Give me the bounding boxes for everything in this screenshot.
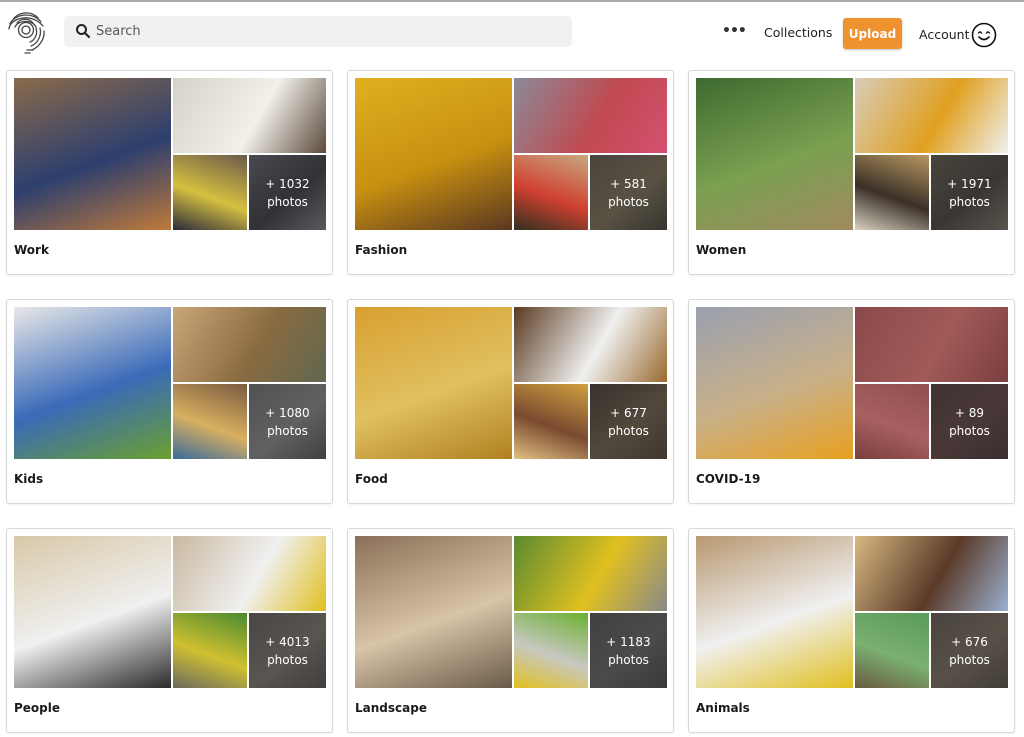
collection-title[interactable]: Work (14, 243, 49, 257)
preview-photo[interactable]: + 581 photos (590, 155, 667, 230)
search-bar[interactable] (64, 16, 572, 47)
more-photos-count[interactable]: + 677 photos (590, 384, 667, 459)
photo-mosaic: + 1080 photos (14, 307, 326, 459)
collection-card-women[interactable]: + 1971 photos Women (688, 70, 1015, 275)
photo-mosaic: + 1183 photos (355, 536, 667, 688)
preview-photo[interactable] (173, 78, 326, 153)
account-link[interactable]: Account (919, 27, 969, 42)
collection-title[interactable]: Animals (696, 701, 750, 715)
preview-photo[interactable] (855, 613, 929, 688)
collection-title[interactable]: Kids (14, 472, 43, 486)
photo-mosaic: + 677 photos (355, 307, 667, 459)
photo-mosaic: + 89 photos (696, 307, 1008, 459)
preview-photo[interactable]: + 1971 photos (931, 155, 1008, 230)
photo-mosaic: + 4013 photos (14, 536, 326, 688)
photo-mosaic: + 1971 photos (696, 78, 1008, 230)
preview-photo[interactable] (855, 155, 929, 230)
more-photos-count[interactable]: + 581 photos (590, 155, 667, 230)
cover-photo[interactable] (14, 307, 171, 459)
more-photos-count[interactable]: + 1183 photos (590, 613, 667, 688)
logo-icon[interactable] (5, 6, 49, 56)
preview-photo[interactable] (514, 78, 667, 153)
preview-photo[interactable]: + 676 photos (931, 613, 1008, 688)
more-menu-button[interactable]: ••• (722, 24, 747, 38)
more-photos-count[interactable]: + 4013 photos (249, 613, 326, 688)
cover-photo[interactable] (14, 536, 171, 688)
preview-photo[interactable] (855, 384, 929, 459)
smiley-icon[interactable] (971, 22, 997, 48)
preview-photo[interactable] (855, 307, 1008, 382)
preview-photo[interactable]: + 1080 photos (249, 384, 326, 459)
collection-title[interactable]: People (14, 701, 60, 715)
more-photos-count[interactable]: + 1032 photos (249, 155, 326, 230)
photo-mosaic: + 1032 photos (14, 78, 326, 230)
preview-photo[interactable] (173, 155, 247, 230)
collection-title[interactable]: Food (355, 472, 388, 486)
search-icon (76, 24, 91, 39)
collection-card-kids[interactable]: + 1080 photos Kids (6, 299, 333, 504)
preview-photo[interactable] (514, 307, 667, 382)
preview-photo[interactable] (514, 613, 588, 688)
cover-photo[interactable] (696, 78, 853, 230)
top-bar: ••• Collections Upload Account (0, 2, 1024, 64)
collection-title[interactable]: COVID-19 (696, 472, 760, 486)
preview-photo[interactable] (855, 536, 1008, 611)
more-photos-count[interactable]: + 89 photos (931, 384, 1008, 459)
photo-mosaic: + 676 photos (696, 536, 1008, 688)
preview-photo[interactable] (173, 536, 326, 611)
collection-card-food[interactable]: + 677 photos Food (347, 299, 674, 504)
cover-photo[interactable] (355, 536, 512, 688)
collection-title[interactable]: Fashion (355, 243, 407, 257)
preview-photo[interactable] (514, 384, 588, 459)
collection-card-covid-19[interactable]: + 89 photos COVID-19 (688, 299, 1015, 504)
preview-photo[interactable]: + 89 photos (931, 384, 1008, 459)
collection-title[interactable]: Landscape (355, 701, 427, 715)
preview-photo[interactable] (514, 155, 588, 230)
collection-title[interactable]: Women (696, 243, 746, 257)
photo-mosaic: + 581 photos (355, 78, 667, 230)
preview-photo[interactable] (173, 384, 247, 459)
preview-photo[interactable]: + 677 photos (590, 384, 667, 459)
collection-card-work[interactable]: + 1032 photos Work (6, 70, 333, 275)
more-photos-count[interactable]: + 1971 photos (931, 155, 1008, 230)
cover-photo[interactable] (14, 78, 171, 230)
more-photos-count[interactable]: + 676 photos (931, 613, 1008, 688)
upload-button[interactable]: Upload (843, 18, 902, 49)
preview-photo[interactable] (173, 613, 247, 688)
cover-photo[interactable] (355, 307, 512, 459)
preview-photo[interactable]: + 4013 photos (249, 613, 326, 688)
collection-card-animals[interactable]: + 676 photos Animals (688, 528, 1015, 733)
collection-card-landscape[interactable]: + 1183 photos Landscape (347, 528, 674, 733)
cover-photo[interactable] (355, 78, 512, 230)
collection-card-people[interactable]: + 4013 photos People (6, 528, 333, 733)
more-photos-count[interactable]: + 1080 photos (249, 384, 326, 459)
collection-card-fashion[interactable]: + 581 photos Fashion (347, 70, 674, 275)
collections-link[interactable]: Collections (764, 25, 832, 40)
cover-photo[interactable] (696, 307, 853, 459)
cover-photo[interactable] (696, 536, 853, 688)
preview-photo[interactable] (855, 78, 1008, 153)
preview-photo[interactable]: + 1183 photos (590, 613, 667, 688)
preview-photo[interactable] (173, 307, 326, 382)
preview-photo[interactable]: + 1032 photos (249, 155, 326, 230)
search-input[interactable] (96, 16, 556, 47)
preview-photo[interactable] (514, 536, 667, 611)
